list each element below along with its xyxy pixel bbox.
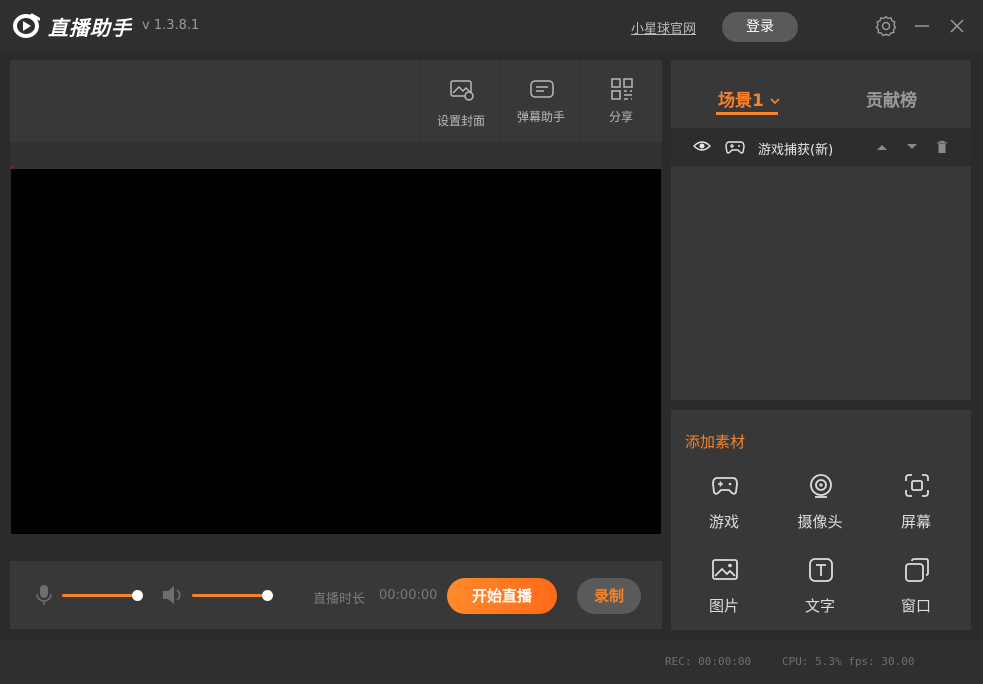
- stream-duration-label: 直播时长: [313, 592, 366, 607]
- screen-capture-icon: [905, 474, 929, 497]
- image-icon: [712, 559, 738, 580]
- qr-share-icon: [611, 78, 633, 100]
- rec-status: REC: 00:00:00: [665, 655, 752, 668]
- microphone-icon[interactable]: [34, 584, 54, 606]
- preview-strip: [10, 142, 662, 169]
- tab-scene[interactable]: 场景1: [718, 86, 780, 111]
- close-icon[interactable]: [945, 14, 969, 38]
- add-assets-title: 添加素材: [685, 433, 746, 451]
- login-button[interactable]: 登录: [722, 12, 798, 42]
- asset-camera-label: 摄像头: [797, 513, 843, 531]
- set-cover-label: 设置封面: [436, 114, 485, 128]
- camera-icon: [810, 474, 832, 498]
- cover-image-icon: [450, 80, 474, 101]
- official-site-link[interactable]: 小星球官网: [631, 18, 696, 37]
- gamepad-icon: [725, 141, 745, 154]
- asset-window-button[interactable]: 窗口: [876, 557, 956, 627]
- add-assets-panel: 添加素材 游戏 摄像头 屏幕 图片 文字 窗口: [671, 410, 971, 630]
- move-up-icon[interactable]: [876, 142, 888, 152]
- asset-screen-button[interactable]: 屏幕: [876, 473, 956, 543]
- move-down-icon[interactable]: [906, 142, 918, 152]
- chevron-down-icon: [770, 98, 780, 105]
- asset-game-button[interactable]: 游戏: [684, 473, 764, 543]
- source-item[interactable]: 游戏捕获(新): [671, 128, 971, 166]
- start-stream-button[interactable]: 开始直播: [447, 578, 557, 614]
- asset-game-label: 游戏: [708, 513, 739, 531]
- asset-screen-label: 屏幕: [900, 513, 931, 531]
- tab-scene-label: 场景1: [718, 91, 764, 111]
- asset-window-label: 窗口: [900, 597, 931, 615]
- danmaku-icon: [530, 80, 554, 98]
- window-icon: [905, 558, 929, 582]
- status-bar: REC: 00:00:00 CPU: 5.3% fps: 30.00: [0, 640, 983, 684]
- stream-controls: 直播时长 00:00:00 开始直播 录制: [10, 561, 662, 629]
- danmaku-helper-label: 弹幕助手: [516, 110, 565, 124]
- speaker-volume-slider[interactable]: [192, 594, 267, 597]
- app-logo-icon: [13, 13, 40, 38]
- microphone-volume-knob[interactable]: [132, 590, 143, 601]
- cpu-fps-status: CPU: 5.3% fps: 30.00: [782, 655, 915, 668]
- danmaku-helper-button[interactable]: 弹幕助手: [500, 60, 580, 142]
- active-tab-indicator: [716, 112, 778, 115]
- minimize-icon[interactable]: [910, 14, 934, 38]
- delete-icon[interactable]: [936, 140, 948, 154]
- asset-text-button[interactable]: 文字: [780, 557, 860, 627]
- text-icon: [809, 558, 833, 582]
- share-label: 分享: [608, 110, 633, 124]
- source-name: 游戏捕获(新): [758, 143, 834, 158]
- microphone-volume-slider[interactable]: [62, 594, 137, 597]
- preview-toolbar: 设置封面 弹幕助手 分享: [10, 60, 662, 142]
- asset-camera-button[interactable]: 摄像头: [780, 473, 860, 543]
- gamepad-icon: [712, 477, 738, 495]
- asset-image-label: 图片: [708, 597, 739, 615]
- speaker-icon[interactable]: [161, 584, 185, 606]
- asset-image-button[interactable]: 图片: [684, 557, 764, 627]
- speaker-volume-knob[interactable]: [262, 590, 273, 601]
- share-button[interactable]: 分享: [580, 60, 660, 142]
- record-button[interactable]: 录制: [577, 578, 641, 614]
- scene-panel: 场景1 贡献榜 游戏捕获(新): [671, 60, 971, 400]
- app-title: 直播助手: [48, 16, 132, 40]
- app-version: v 1.3.8.1: [142, 18, 200, 33]
- set-cover-button[interactable]: 设置封面: [420, 60, 500, 142]
- asset-text-label: 文字: [804, 597, 835, 615]
- stream-duration-value: 00:00:00: [379, 588, 438, 603]
- settings-icon[interactable]: [874, 14, 898, 38]
- title-bar: 直播助手 v 1.3.8.1 小星球官网 登录: [0, 0, 983, 52]
- preview-canvas[interactable]: [11, 169, 661, 534]
- eye-icon[interactable]: [693, 139, 711, 153]
- tab-contribution-ranking[interactable]: 贡献榜: [866, 86, 917, 111]
